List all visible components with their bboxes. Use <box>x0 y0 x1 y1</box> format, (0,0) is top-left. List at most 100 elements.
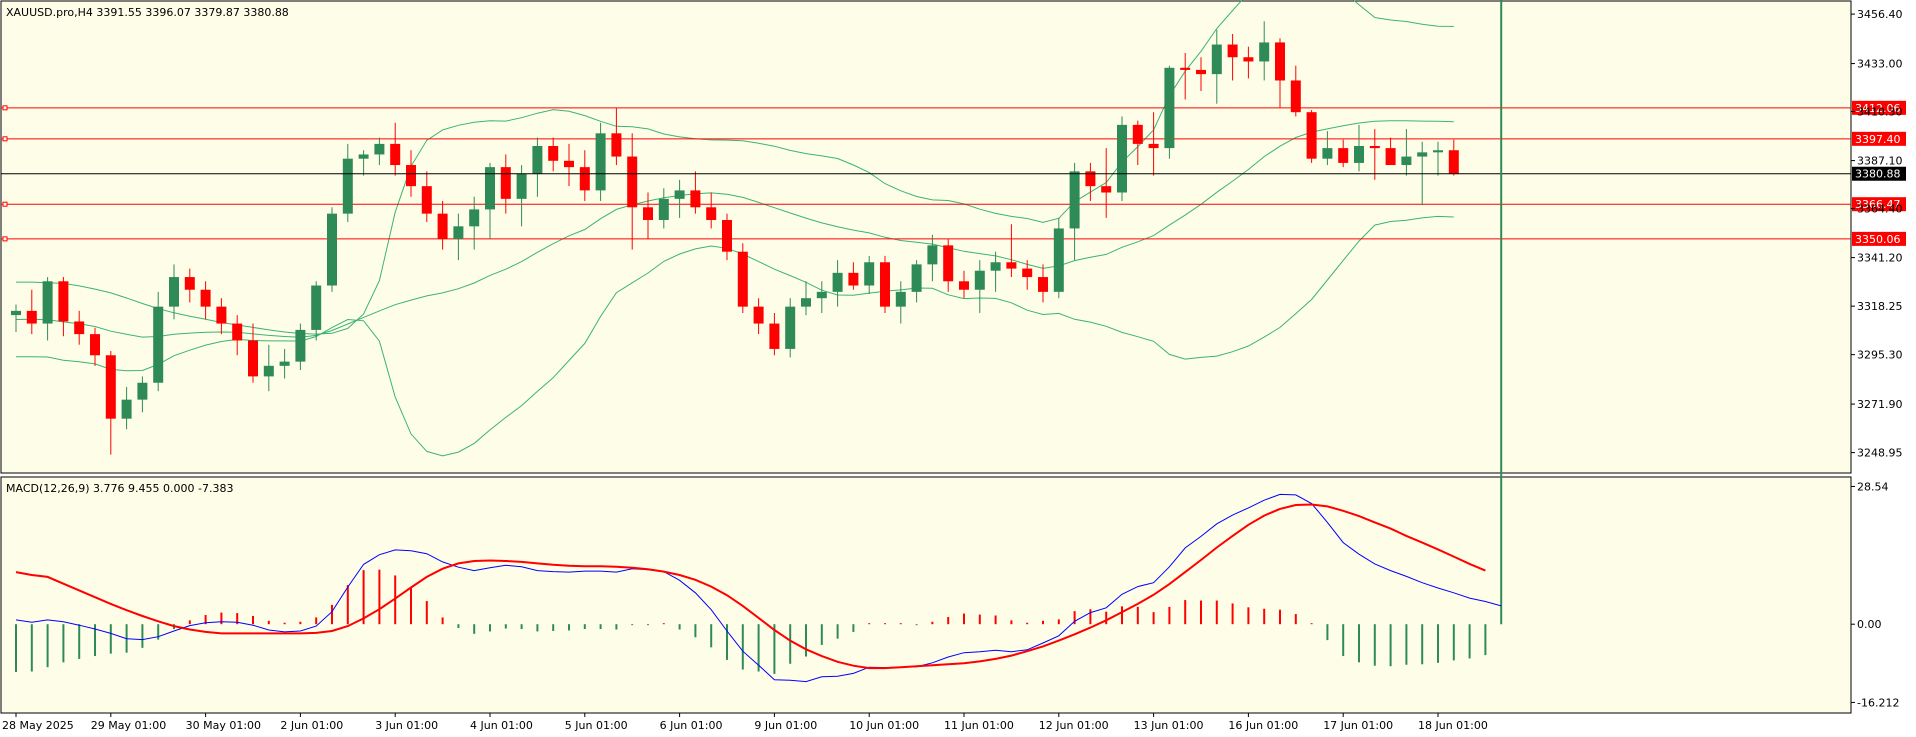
candle-body <box>1243 57 1254 62</box>
candle-body <box>880 262 890 307</box>
candle-body <box>42 281 53 324</box>
price-tick-label: 3295.30 <box>1857 349 1903 362</box>
candle-body <box>342 158 353 214</box>
candle-body <box>532 146 543 174</box>
macd-tick-label: 28.54 <box>1857 480 1889 493</box>
candle-body <box>579 167 590 191</box>
candle-body <box>959 281 969 290</box>
candle-body <box>722 219 732 252</box>
candle-body <box>816 291 827 299</box>
candle-body <box>153 306 164 383</box>
candle-body <box>248 340 258 377</box>
candle-body <box>295 329 306 362</box>
candle-body <box>1022 268 1033 278</box>
candle-body <box>216 306 227 324</box>
macd-tick-label: 0.00 <box>1857 618 1882 631</box>
candle-body <box>848 272 859 286</box>
level-anchor <box>2 201 8 207</box>
macd-tick-label: -16.212 <box>1857 696 1899 709</box>
candle-body <box>1275 42 1285 81</box>
candle-body <box>1196 69 1206 75</box>
candle-body <box>643 207 653 220</box>
candle-body <box>327 213 337 286</box>
time-tick-label: 4 Jun 01:00 <box>470 719 533 732</box>
time-tick-label: 13 Jun 01:00 <box>1134 719 1204 732</box>
price-tick-label: 3387.10 <box>1857 155 1903 168</box>
candle-body <box>706 207 717 220</box>
candle-body <box>374 143 385 155</box>
price-tick-label: 3271.90 <box>1857 398 1903 411</box>
candle-body <box>769 323 780 349</box>
candle-body <box>927 245 938 265</box>
candle-body <box>911 264 922 292</box>
price-tick-label: 3410.30 <box>1857 106 1903 119</box>
candle-body <box>516 173 527 199</box>
candle-body <box>1354 146 1364 163</box>
candle-body <box>1433 150 1443 153</box>
time-axis[interactable]: 28 May 2025 29 May 01:00 30 May 01:00 2 Jun… <box>2 713 1488 732</box>
candle-body <box>74 321 85 335</box>
candle-body <box>595 133 606 191</box>
macd-axis[interactable]: 28.54 0.00 -16.212 <box>1851 480 1899 709</box>
level-label: 3397.40 <box>1855 133 1901 146</box>
macd-pane[interactable] <box>0 476 1852 714</box>
candle-body <box>263 365 274 377</box>
candle-body <box>864 262 875 286</box>
candle-body <box>1180 67 1191 70</box>
candle-body <box>358 154 369 159</box>
candle-body <box>232 323 243 341</box>
candle-body <box>58 281 69 322</box>
candle-body <box>200 289 211 307</box>
candle-body <box>169 277 179 307</box>
candle-body <box>690 190 701 208</box>
candle-body <box>11 310 21 316</box>
candle-body <box>785 306 796 349</box>
price-pane[interactable] <box>0 0 1852 474</box>
time-tick-label: 12 Jun 01:00 <box>1039 719 1109 732</box>
candle-body <box>1322 148 1333 159</box>
time-tick-label: 30 May 01:00 <box>186 719 261 732</box>
candle-body <box>611 133 622 157</box>
candle-body <box>1101 186 1112 193</box>
time-tick-label: 5 Jun 01:00 <box>565 719 628 732</box>
time-tick-label: 17 Jun 01:00 <box>1323 719 1393 732</box>
candle-body <box>658 198 669 220</box>
candle-body <box>26 310 37 324</box>
price-tick-label: 3341.20 <box>1857 252 1903 265</box>
current-price-label: 3380.88 <box>1855 168 1901 181</box>
time-tick-label: 9 Jun 01:00 <box>754 719 817 732</box>
time-tick-label: 2 Jun 01:00 <box>280 719 343 732</box>
time-tick-label: 29 May 01:00 <box>91 719 166 732</box>
candle-body <box>1338 148 1349 163</box>
candle-body <box>627 156 638 208</box>
candle-body <box>453 226 464 240</box>
level-label: 3350.06 <box>1855 233 1901 246</box>
candle-body <box>1148 143 1159 149</box>
time-tick-label: 11 Jun 01:00 <box>944 719 1014 732</box>
candle-body <box>1117 124 1127 193</box>
candle-body <box>1211 44 1222 75</box>
price-tick-label: 3456.40 <box>1857 8 1903 21</box>
candle-body <box>184 277 195 290</box>
price-tick-label: 3433.00 <box>1857 58 1903 71</box>
candle-body <box>1069 171 1080 229</box>
candle-body <box>1038 277 1048 292</box>
candle-body <box>1259 42 1270 62</box>
candle-body <box>279 361 290 366</box>
candle-body <box>943 245 954 282</box>
chart-window[interactable]: 3412.063397.403366.473350.06 3380.88 345… <box>0 0 1916 737</box>
time-tick-label: 18 Jun 01:00 <box>1418 719 1488 732</box>
candle-body <box>1053 228 1064 292</box>
candle-body <box>500 167 511 199</box>
candle-body <box>895 291 906 307</box>
candle-body <box>801 298 811 307</box>
level-anchor <box>2 136 8 142</box>
macd-info-label: MACD(12,26,9) 3.776 9.455 0.000 -7.383 <box>6 482 233 495</box>
price-tick-label: 3248.95 <box>1857 447 1903 460</box>
candle-body <box>1006 262 1017 269</box>
candle-body <box>1417 152 1428 157</box>
price-tick-label: 3318.25 <box>1857 300 1903 313</box>
candle-body <box>1448 150 1459 174</box>
candle-body <box>564 160 574 168</box>
time-tick-label: 16 Jun 01:00 <box>1228 719 1298 732</box>
